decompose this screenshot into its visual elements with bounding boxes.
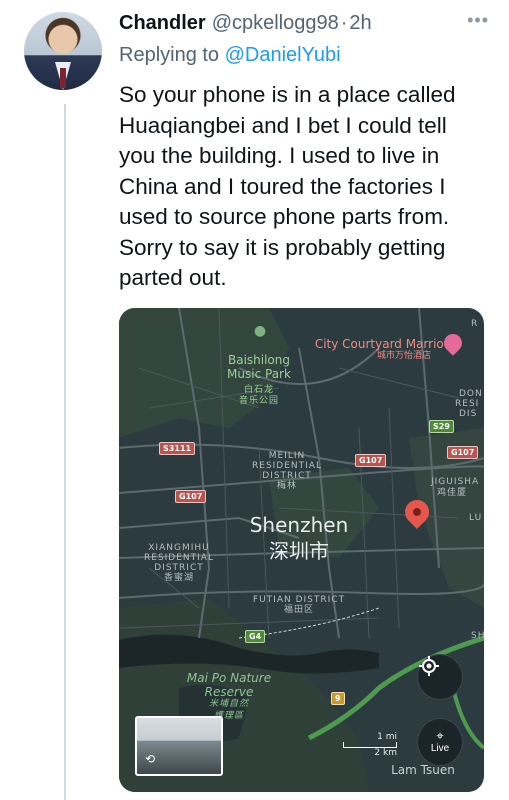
map-image[interactable]: ● Baishilong Music Park 白石龙 音乐公园 City Co… <box>119 308 484 792</box>
crosshair-svg <box>419 656 439 676</box>
ellipsis-icon[interactable]: ••• <box>467 10 489 31</box>
tweet-time[interactable]: 2h <box>349 12 371 35</box>
label-xiangmihu-cn: 香蜜湖 <box>163 573 194 583</box>
scale-bar: 1 mi 2 km <box>343 732 397 758</box>
road-s3111: S3111 <box>159 442 196 455</box>
park-pin-icon[interactable]: ● <box>251 323 269 342</box>
thread-line <box>64 104 66 800</box>
avatar-tie <box>60 68 66 88</box>
street-view-icon: ⌖ <box>436 728 444 743</box>
label-maipo-cn-1: 米埔自然 <box>208 699 249 709</box>
label-edge-lu: LU <box>469 513 483 523</box>
label-marriott-cn: 城市万怡酒店 <box>376 351 431 361</box>
label-dong-3: DIS <box>459 409 478 419</box>
author-handle[interactable]: @cpkellogg98 <box>212 12 339 35</box>
pin-dot <box>411 506 423 518</box>
road-g107-a: G107 <box>175 490 207 503</box>
label-jiguisha: JIGUISHA <box>431 477 480 487</box>
label-city-cn: 深圳市 <box>269 539 329 563</box>
tweet-text: So your phone is in a place called Huaqi… <box>119 82 456 290</box>
label-edge-r: R <box>471 319 479 329</box>
label-lam-tsuen: Lam Tsuen <box>391 763 455 777</box>
road-9: 9 <box>331 692 345 705</box>
road-g107-c: G107 <box>447 446 479 459</box>
reply-prefix: Replying to <box>119 44 220 66</box>
label-maipo-2: Reserve <box>204 685 254 699</box>
street-view-thumbnail[interactable]: ⟲ <box>135 716 223 776</box>
replying-to: Replying to @DanielYubi <box>119 44 341 67</box>
label-music-park: Music Park <box>227 367 291 381</box>
road-s29: S29 <box>429 420 454 433</box>
label-jiguisha-cn: 鸡佳厦 <box>437 488 468 498</box>
tweet-header: Chandler @cpkellogg98 · 2h <box>119 12 489 38</box>
label-maipo-1: Mai Po Nature <box>186 671 272 685</box>
road-g4: G4 <box>245 630 266 643</box>
reply-mention-link[interactable]: @DanielYubi <box>225 44 341 66</box>
scale-bottom-label: 2 km <box>374 748 397 758</box>
label-city: Shenzhen <box>249 513 349 537</box>
author-name[interactable]: Chandler <box>119 12 206 35</box>
road-g107-b: G107 <box>355 454 387 467</box>
scale-top-label: 1 mi <box>377 732 397 742</box>
label-baishilong: Baishilong <box>227 353 290 367</box>
label-marriott[interactable]: City Courtyard Marriott <box>309 337 459 351</box>
label-edge-sh: SH <box>471 631 484 641</box>
crosshair-icon[interactable] <box>417 654 463 700</box>
rotate-icon: ⟲ <box>145 752 156 766</box>
label-baishilong-cn: 白石龙 <box>243 385 274 395</box>
label-meilin-cn: 梅林 <box>276 481 297 491</box>
separator-dot: · <box>340 12 348 34</box>
label-music-park-cn: 音乐公园 <box>238 396 279 406</box>
live-button[interactable]: ⌖ Live <box>417 718 463 766</box>
label-futian-cn: 福田区 <box>283 605 314 615</box>
live-label: Live <box>430 743 450 754</box>
avatar[interactable] <box>24 12 102 90</box>
